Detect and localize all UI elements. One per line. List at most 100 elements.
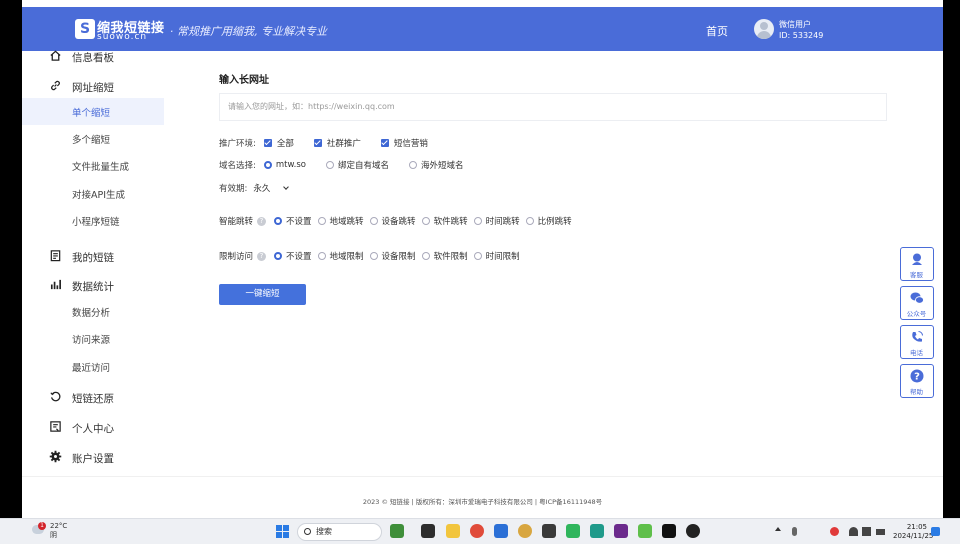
app-icon-yellow[interactable]	[518, 524, 532, 538]
domain-option-own[interactable]: 绑定自有域名	[326, 159, 389, 171]
sidebar-sub-miniprogram[interactable]: 小程序短链	[22, 207, 164, 234]
radio[interactable]	[317, 217, 326, 225]
sidebar-sub-single[interactable]: 单个缩短	[22, 98, 164, 125]
radio[interactable]	[421, 217, 430, 225]
android-icon[interactable]	[638, 524, 652, 538]
app-icon-teal[interactable]	[590, 524, 604, 538]
env-option-community[interactable]: 社群推广	[313, 137, 361, 149]
help-icon[interactable]: ?	[257, 216, 267, 226]
help-icon[interactable]: ?	[257, 251, 267, 261]
long-url-input[interactable]: 请输入您的网址，如：https://weixin.qq.com	[219, 93, 887, 121]
float-phone-button[interactable]: 电话	[900, 325, 934, 359]
search-icon	[304, 528, 311, 535]
radio[interactable]	[317, 252, 326, 260]
radio[interactable]	[409, 161, 418, 169]
sidebar-sub-label: 最近访问	[72, 363, 111, 374]
windows-start-icon[interactable]	[276, 525, 289, 538]
validity-select[interactable]: 永久	[253, 182, 290, 194]
smart-option-label: 设备跳转	[381, 217, 416, 227]
sidebar-item-label: 账户设置	[72, 453, 114, 465]
brand-domain: suowo.cn	[97, 32, 148, 42]
tray-clock[interactable]: 21:05 2024/11/25	[893, 523, 933, 541]
capcut-icon[interactable]	[662, 524, 676, 538]
float-label: 客服	[910, 271, 923, 279]
checkbox-checked[interactable]	[263, 139, 272, 147]
sidebar-item-shorten[interactable]: 网址缩短	[22, 73, 164, 101]
sidebar-item-my-links[interactable]: 我的短链	[22, 243, 164, 271]
radio[interactable]	[369, 252, 378, 260]
weather-widget[interactable]: 22°C 阴	[50, 522, 67, 540]
limit-option-region[interactable]: 地域限制	[317, 250, 364, 262]
sidebar-item-restore[interactable]: 短链还原	[22, 384, 164, 412]
env-option-label: 社群推广	[326, 139, 361, 149]
taskbar-search[interactable]: 搜索	[297, 523, 382, 541]
sidebar-sub-api[interactable]: 对接API生成	[22, 180, 164, 207]
task-view-icon[interactable]	[421, 524, 435, 538]
battery-icon[interactable]	[876, 529, 885, 535]
radio[interactable]	[473, 252, 482, 260]
radio[interactable]	[326, 161, 334, 169]
radio[interactable]	[421, 252, 430, 260]
sidebar-sub-file-batch[interactable]: 文件批量生成	[22, 152, 164, 179]
smart-option-label: 时间跳转	[485, 217, 520, 227]
env-option-sms[interactable]: 短信营销	[380, 137, 428, 149]
tray-expand-icon[interactable]	[775, 527, 781, 531]
app-icon-blue[interactable]	[494, 524, 508, 538]
smart-option-none[interactable]: 不设置	[274, 215, 312, 227]
float-customer-service-button[interactable]: 客服	[900, 247, 934, 281]
promo-env-row: 推广环境: 全部 社群推广 短信营销	[219, 137, 448, 149]
limit-option-none[interactable]: 不设置	[274, 250, 312, 262]
smart-option-device[interactable]: 设备跳转	[369, 215, 416, 227]
limit-option-label: 软件限制	[433, 252, 468, 262]
sidebar-sub-analysis[interactable]: 数据分析	[22, 298, 164, 325]
user-name[interactable]: 微信用户	[779, 19, 811, 30]
sidebar-item-dashboard[interactable]: 信息看板	[22, 43, 164, 71]
shorten-submit-button[interactable]: 一键缩短	[219, 284, 306, 305]
sidebar-item-label: 信息看板	[72, 52, 114, 64]
float-help-button[interactable]: ? 帮助	[900, 364, 934, 398]
limit-option-device[interactable]: 设备限制	[369, 250, 416, 262]
sidebar-item-profile[interactable]: 个人中心	[22, 414, 164, 442]
sidebar-sub-sources[interactable]: 访问来源	[22, 325, 164, 352]
domain-option-overseas[interactable]: 海外短域名	[409, 159, 464, 171]
nav-home-link[interactable]: 首页	[706, 23, 728, 39]
app-icon-black[interactable]	[686, 524, 700, 538]
sidebar-item-settings[interactable]: 账户设置	[22, 444, 164, 472]
app-icon-purple[interactable]	[614, 524, 628, 538]
float-wechat-button[interactable]: 公众号	[900, 286, 934, 320]
checkbox-checked[interactable]	[380, 139, 389, 147]
domain-option-mtw[interactable]: mtw.so	[263, 160, 306, 170]
tree-app-icon[interactable]	[390, 524, 404, 538]
radio[interactable]	[369, 217, 378, 225]
smart-option-time[interactable]: 时间跳转	[473, 215, 520, 227]
smart-option-ratio[interactable]: 比例跳转	[525, 215, 572, 227]
radio-selected[interactable]	[263, 161, 272, 169]
checkbox-checked[interactable]	[313, 139, 322, 147]
chrome-icon[interactable]	[470, 524, 484, 538]
user-avatar[interactable]	[754, 19, 774, 39]
speaker-icon[interactable]	[862, 527, 871, 536]
sidebar-sub-multiple[interactable]: 多个缩短	[22, 125, 164, 152]
radio[interactable]	[473, 217, 482, 225]
radio-selected[interactable]	[274, 252, 283, 260]
sidebar-item-label: 我的短链	[72, 252, 114, 264]
radio[interactable]	[525, 217, 534, 225]
sidebar-item-stats[interactable]: 数据统计	[22, 272, 164, 300]
tray-app-icon[interactable]	[830, 527, 839, 536]
app-icon-dark[interactable]	[542, 524, 556, 538]
radio-selected[interactable]	[274, 217, 283, 225]
limit-option-time[interactable]: 时间限制	[473, 250, 520, 262]
sidebar-sub-recent[interactable]: 最近访问	[22, 353, 164, 380]
brand-logo-icon[interactable]: S	[75, 19, 95, 39]
smart-option-software[interactable]: 软件跳转	[421, 215, 468, 227]
notification-icon[interactable]	[931, 527, 940, 536]
sidebar-item-label: 个人中心	[72, 423, 114, 435]
env-option-all[interactable]: 全部	[263, 137, 294, 149]
bar-chart-icon	[50, 279, 61, 290]
smart-option-region[interactable]: 地域跳转	[317, 215, 364, 227]
file-explorer-icon[interactable]	[446, 524, 460, 538]
wifi-icon[interactable]	[849, 527, 858, 536]
wechat-app-icon[interactable]	[566, 524, 580, 538]
microphone-icon[interactable]	[792, 527, 797, 536]
limit-option-software[interactable]: 软件限制	[421, 250, 468, 262]
